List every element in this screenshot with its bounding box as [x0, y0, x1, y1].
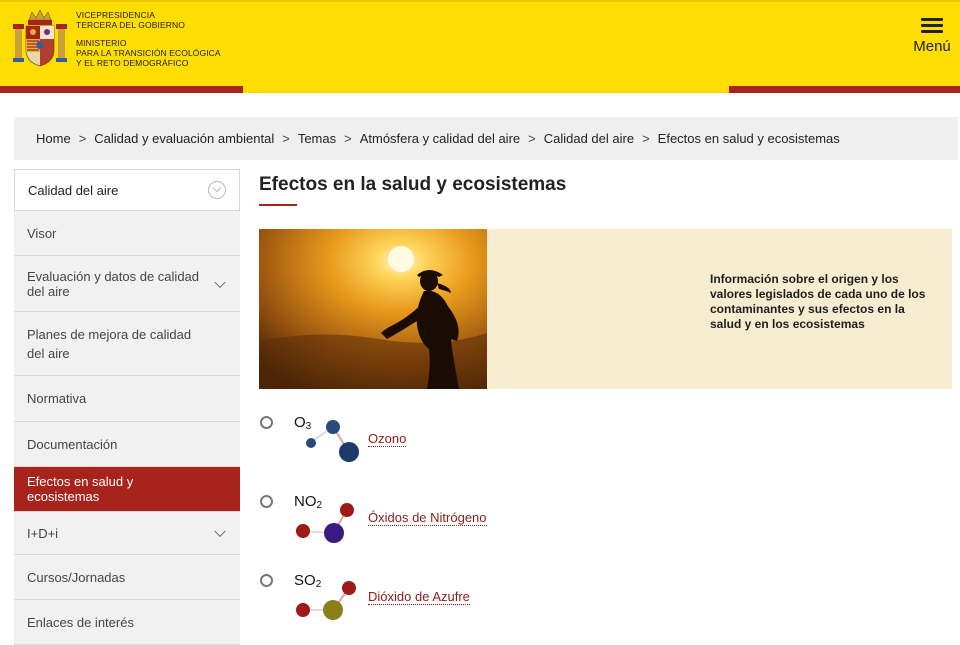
nitrogen-dioxide-molecule-icon: [296, 503, 354, 543]
breadcrumb-separator: >: [282, 131, 290, 146]
site-header: Vicepresidencia Tercera del Gobierno Min…: [0, 0, 960, 93]
sidebar-item-efectos[interactable]: Efectos en salud y ecosistemas: [14, 467, 240, 512]
sidebar-section-header[interactable]: Calidad del aire: [14, 169, 240, 211]
pollutant-item: SO2 Dióxido de Azufre: [259, 572, 659, 632]
sidebar-item-visor[interactable]: Visor: [14, 211, 240, 256]
sidebar-item-normativa[interactable]: Normativa: [14, 376, 240, 422]
sidebar-item-label: Documentación: [27, 436, 118, 452]
sidebar-item-enlaces[interactable]: Enlaces de interés: [14, 600, 240, 645]
sidebar-nav: Calidad del aire Visor Evaluación y dato…: [14, 169, 240, 645]
menu-button[interactable]: Menú: [908, 16, 956, 55]
banner: Información sobre el origen y los valore…: [259, 229, 952, 389]
sidebar-item-label: Planes de mejora de calidad del aire: [27, 326, 192, 361]
oxidos-nitrogeno-link[interactable]: Óxidos de Nitrógeno: [368, 510, 487, 526]
ozone-molecule-icon: [306, 420, 359, 462]
hamburger-icon: [921, 16, 943, 33]
sidebar-item-idi[interactable]: I+D+i: [14, 512, 240, 555]
sidebar-item-planes[interactable]: Planes de mejora de calidad del aire: [14, 312, 240, 376]
sidebar-item-label: Calidad del aire: [28, 182, 119, 198]
radio-button[interactable]: [260, 574, 273, 587]
breadcrumb-atmosfera[interactable]: Atmósfera y calidad del aire: [360, 131, 520, 146]
sidebar-item-evaluacion[interactable]: Evaluación y datos de calidad del aire: [14, 256, 240, 312]
breadcrumb-calidad-evaluacion[interactable]: Calidad y evaluación ambiental: [94, 131, 274, 146]
breadcrumb-separator: >: [344, 131, 352, 146]
sidebar-item-label: Visor: [27, 225, 57, 241]
sidebar-item-documentacion[interactable]: Documentación: [14, 422, 240, 467]
ministry-line: Ministerio: [76, 38, 127, 48]
ministry-line: Vicepresidencia: [76, 10, 155, 20]
page-title: Efectos en la salud y ecosistemas: [259, 174, 567, 195]
header-stripe: [0, 86, 243, 93]
sidebar-item-cursos[interactable]: Cursos/Jornadas: [14, 555, 240, 600]
pollutant-item: NO2 Óxidos de Nitrógeno: [259, 493, 659, 553]
sidebar-item-label: Evaluación y datos de calidad del aire: [27, 268, 200, 299]
breadcrumb-home[interactable]: Home: [36, 131, 71, 146]
chevron-down-icon[interactable]: [214, 276, 226, 288]
header-stripe: [729, 86, 960, 93]
breadcrumb: Home > Calidad y evaluación ambiental > …: [14, 117, 958, 160]
ministry-line: Tercera del Gobierno: [76, 20, 185, 30]
sidebar-item-label: Efectos en salud y ecosistemas: [27, 474, 134, 504]
coat-of-arms-icon: [12, 9, 68, 68]
ministry-line: y el Reto Demográfico: [76, 58, 189, 68]
radio-button[interactable]: [260, 416, 273, 429]
runner-sunset-image: [259, 229, 487, 389]
breadcrumb-separator: >: [78, 131, 87, 146]
pollutant-item: O3 Ozono: [259, 414, 659, 474]
radio-button[interactable]: [260, 495, 273, 508]
chevron-down-icon[interactable]: [208, 181, 226, 199]
header-stripe: [243, 86, 729, 93]
title-underline: [259, 204, 297, 206]
dioxido-azufre-link[interactable]: Dióxido de Azufre: [368, 589, 470, 605]
government-logo-link[interactable]: Vicepresidencia Tercera del Gobierno Min…: [12, 9, 221, 68]
ministry-line: para la Transición Ecológica: [76, 48, 221, 58]
ministry-name: Vicepresidencia Tercera del Gobierno Min…: [76, 10, 221, 68]
breadcrumb-temas[interactable]: Temas: [298, 131, 336, 146]
sidebar-item-label: Normativa: [27, 391, 87, 406]
breadcrumb-calidad-aire[interactable]: Calidad del aire: [544, 131, 634, 146]
sidebar-item-label: Enlaces de interés: [27, 614, 134, 630]
sidebar-item-label: I+D+i: [27, 525, 59, 541]
ozono-link[interactable]: Ozono: [368, 431, 407, 447]
menu-label: Menú: [913, 38, 951, 55]
sulfur-dioxide-molecule-icon: [296, 581, 356, 620]
banner-description: Información sobre el origen y los valore…: [710, 272, 926, 331]
chevron-down-icon[interactable]: [214, 525, 226, 538]
breadcrumb-separator: >: [528, 131, 536, 146]
sidebar-item-label: Cursos/Jornadas: [27, 569, 126, 585]
breadcrumb-separator: >: [642, 131, 650, 146]
breadcrumb-current: Efectos en salud y ecosistemas: [657, 131, 840, 146]
